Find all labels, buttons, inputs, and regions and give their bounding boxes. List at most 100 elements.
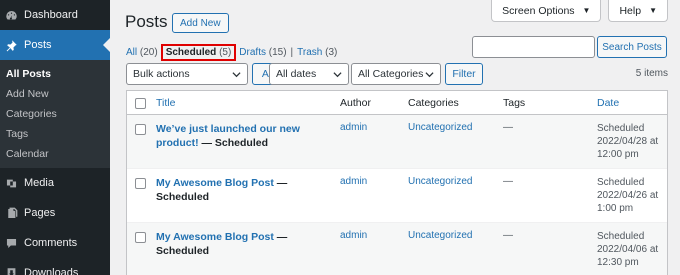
filter-drafts-label: Drafts <box>239 47 266 58</box>
tags-value: — <box>503 176 513 187</box>
row-checkbox[interactable] <box>135 232 146 243</box>
column-date[interactable]: Date <box>597 97 619 109</box>
filter-drafts-count: (15) <box>268 47 287 58</box>
tags-value: — <box>503 230 513 241</box>
posts-table: Title Author Categories Tags Date We’ve … <box>126 90 668 275</box>
dashboard-icon <box>4 8 18 22</box>
sidebar-item-dashboard[interactable]: Dashboard <box>0 0 110 30</box>
category-link[interactable]: Uncategorized <box>408 230 472 241</box>
help-button[interactable]: Help ▼ <box>608 0 668 22</box>
submenu-categories[interactable]: Categories <box>0 104 110 124</box>
sidebar-item-media[interactable]: Media <box>0 168 110 198</box>
admin-sidebar: Dashboard Posts All Posts Add New Catego… <box>0 0 110 275</box>
date-status: Scheduled <box>597 177 645 188</box>
table-row: My Awesome Blog Post — Scheduled admin U… <box>127 169 667 223</box>
submenu-add-new[interactable]: Add New <box>0 84 110 104</box>
pin-icon <box>4 38 18 52</box>
categories-select[interactable]: All Categories <box>351 63 441 85</box>
caret-down-icon: ▼ <box>582 6 591 15</box>
main-content: Screen Options ▼ Help ▼ Posts Add New Al… <box>110 0 680 275</box>
media-icon <box>4 176 18 190</box>
category-link[interactable]: Uncategorized <box>408 176 472 187</box>
submenu-all-posts[interactable]: All Posts <box>0 64 110 84</box>
bulk-actions-select[interactable]: Bulk actions <box>126 63 248 85</box>
date-day: 2022/04/28 at <box>597 136 659 147</box>
screen-options-button[interactable]: Screen Options ▼ <box>491 0 602 22</box>
filter-trash-label: Trash <box>297 47 323 58</box>
date-cell: Scheduled 2022/04/28 at 12:00 pm <box>597 122 658 161</box>
row-checkbox[interactable] <box>135 178 146 189</box>
sidebar-item-label: Downloads <box>24 267 79 275</box>
author-link[interactable]: admin <box>340 176 367 187</box>
caret-down-icon: ▼ <box>649 6 657 15</box>
date-status: Scheduled <box>597 123 645 134</box>
date-time: 12:00 pm <box>597 149 639 160</box>
filter-drafts[interactable]: Drafts (15) <box>239 47 286 58</box>
search-input[interactable] <box>472 36 595 58</box>
post-title-link[interactable]: My Awesome Blog Post <box>156 177 274 189</box>
post-title-cell: My Awesome Blog Post — Scheduled <box>156 230 316 258</box>
author-link[interactable]: admin <box>340 230 367 241</box>
select-all-checkbox[interactable] <box>135 98 146 109</box>
sidebar-item-label: Pages <box>24 207 56 219</box>
sidebar-item-label: Comments <box>24 237 78 249</box>
post-title-link[interactable]: My Awesome Blog Post <box>156 231 274 243</box>
items-count: 5 items <box>635 68 668 79</box>
page-title: Posts <box>125 12 168 31</box>
table-header: Title Author Categories Tags Date <box>127 91 667 115</box>
author-link[interactable]: admin <box>340 122 367 133</box>
column-title[interactable]: Title <box>156 97 175 109</box>
submenu-tags[interactable]: Tags <box>0 124 110 144</box>
tags-value: — <box>503 122 513 133</box>
sidebar-item-posts[interactable]: Posts <box>0 30 110 60</box>
date-cell: Scheduled 2022/04/26 at 1:00 pm <box>597 176 658 215</box>
date-day: 2022/04/26 at <box>597 190 659 201</box>
filter-scheduled-label: Scheduled <box>165 47 217 58</box>
date-time: 12:30 pm <box>597 257 639 268</box>
comments-icon <box>4 236 18 250</box>
date-time: 1:00 pm <box>597 203 634 214</box>
filter-all-label: All <box>126 47 138 58</box>
submenu-calendar[interactable]: Calendar <box>0 144 110 164</box>
sidebar-item-comments[interactable]: Comments <box>0 228 110 258</box>
dates-value: All dates <box>276 68 317 80</box>
filter-scheduled[interactable]: Scheduled (5) <box>160 44 237 61</box>
filter-separator: | <box>290 47 294 58</box>
column-tags: Tags <box>503 97 526 109</box>
column-author: Author <box>340 97 371 109</box>
add-new-button[interactable]: Add New <box>172 13 229 33</box>
categories-value: All Categories <box>358 68 424 80</box>
row-checkbox[interactable] <box>135 124 146 135</box>
pages-icon <box>4 206 18 220</box>
help-label: Help <box>619 4 642 17</box>
chevron-down-icon <box>425 72 434 78</box>
search-posts-button[interactable]: Search Posts <box>597 36 667 58</box>
table-row: We’ve just launched our new product! — S… <box>127 115 667 169</box>
filter-all-count: (20) <box>139 47 158 58</box>
filter-all[interactable]: All (20) <box>126 47 158 58</box>
chevron-down-icon <box>232 72 241 78</box>
filter-scheduled-count: (5) <box>219 47 232 58</box>
category-link[interactable]: Uncategorized <box>408 122 472 133</box>
filter-button[interactable]: Filter <box>445 63 483 85</box>
filter-trash-count: (3) <box>325 47 338 58</box>
post-status-filters: All (20) Scheduled (5) Drafts (15) | Tra… <box>126 44 337 61</box>
screen-meta-links: Screen Options ▼ Help ▼ <box>491 0 668 22</box>
posts-submenu: All Posts Add New Categories Tags Calend… <box>0 60 110 168</box>
sidebar-item-downloads[interactable]: Downloads <box>0 258 110 275</box>
date-cell: Scheduled 2022/04/06 at 12:30 pm <box>597 230 658 269</box>
table-body: We’ve just launched our new product! — S… <box>127 115 667 275</box>
date-status: Scheduled <box>597 231 645 242</box>
filter-trash[interactable]: Trash (3) <box>297 47 337 58</box>
post-title-cell: We’ve just launched our new product! — S… <box>156 122 316 150</box>
sidebar-item-label: Media <box>24 177 54 189</box>
sidebar-item-label: Posts <box>24 39 52 51</box>
screen-options-label: Screen Options <box>502 4 575 17</box>
table-row: My Awesome Blog Post — Scheduled admin U… <box>127 223 667 275</box>
date-day: 2022/04/06 at <box>597 244 659 255</box>
post-title-cell: My Awesome Blog Post — Scheduled <box>156 176 316 204</box>
sidebar-item-pages[interactable]: Pages <box>0 198 110 228</box>
dates-select[interactable]: All dates <box>269 63 349 85</box>
column-categories: Categories <box>408 97 459 109</box>
bulk-actions-value: Bulk actions <box>133 68 190 80</box>
